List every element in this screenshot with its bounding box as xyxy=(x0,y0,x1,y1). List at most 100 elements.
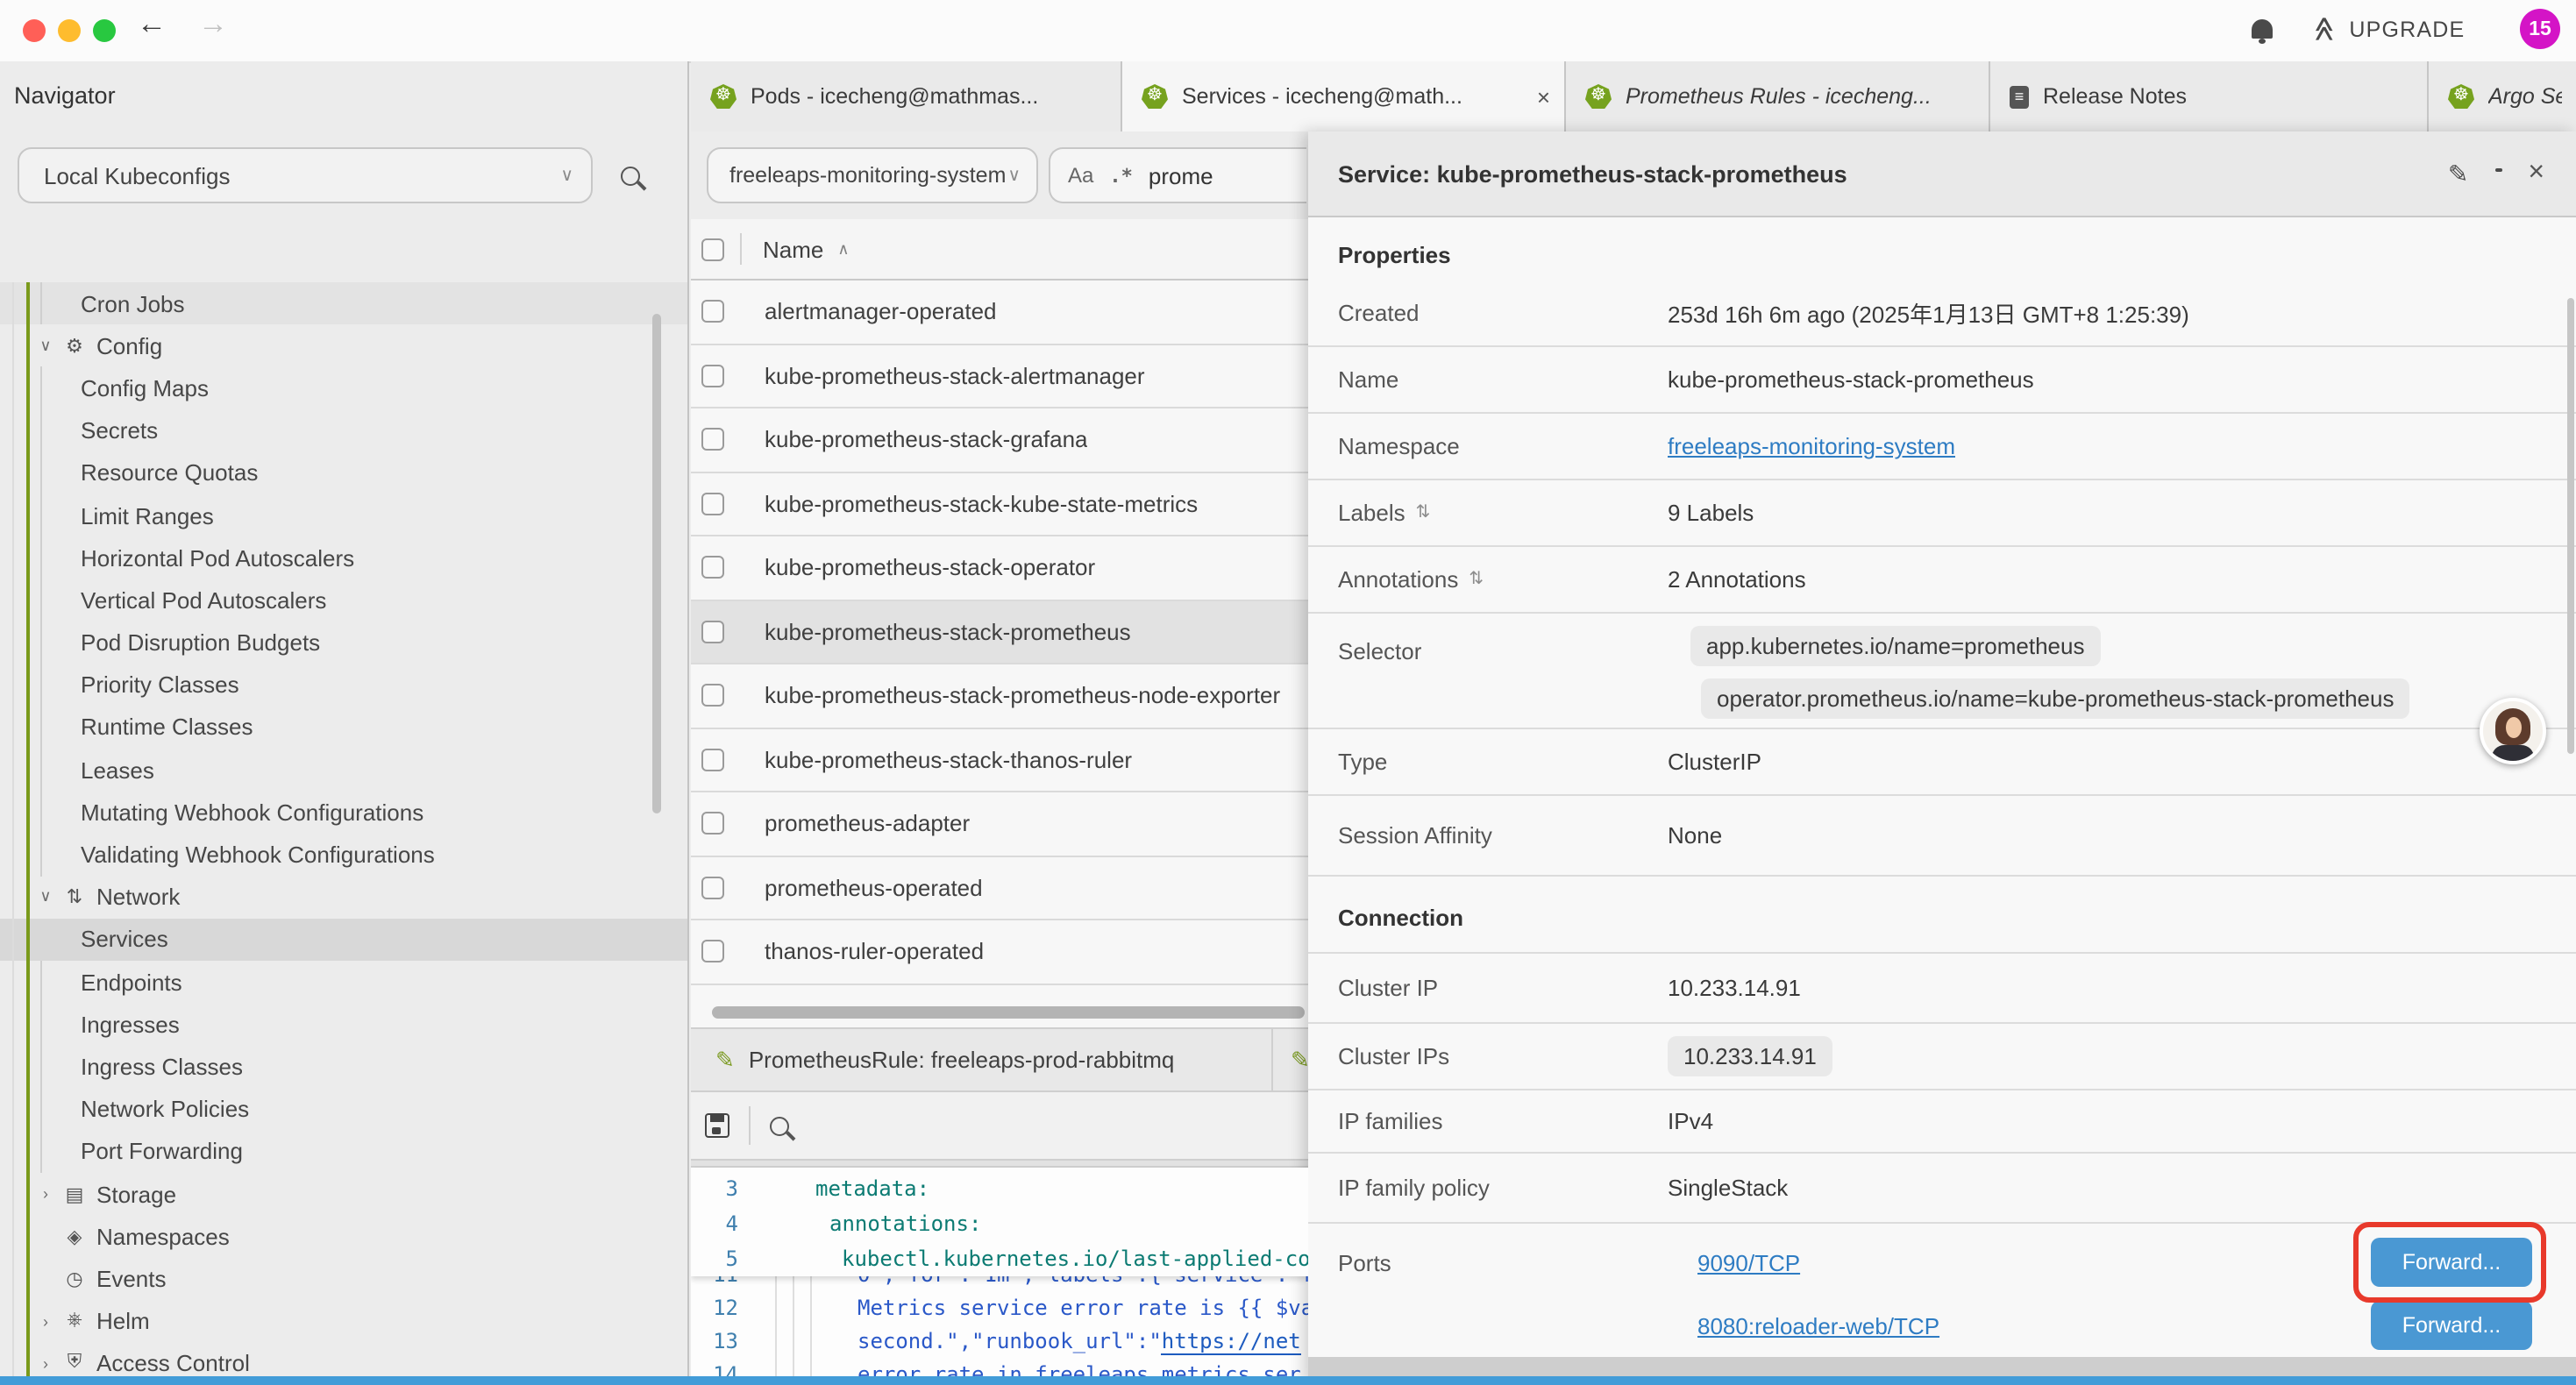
table-row[interactable]: thanos-ruler-operated xyxy=(691,920,1308,984)
sidebar-item[interactable]: Mutating Webhook Configurations xyxy=(0,792,687,834)
table-row[interactable]: kube-prometheus-stack-prometheus-node-ex… xyxy=(691,664,1308,728)
table-row[interactable]: kube-prometheus-stack-thanos-ruler xyxy=(691,728,1308,792)
sidebar-item-label: Storage xyxy=(96,1181,176,1207)
close-window-button[interactable] xyxy=(23,19,46,42)
tree-chevron-icon[interactable]: › xyxy=(35,1312,56,1330)
tab[interactable]: ≡ Release Notes xyxy=(1990,61,2429,131)
row-checkbox[interactable] xyxy=(701,813,724,835)
edit-icon[interactable]: ✎ xyxy=(2448,159,2468,188)
tree-chevron-icon[interactable]: › xyxy=(35,1355,56,1373)
sidebar-item[interactable]: Vertical Pod Autoscalers xyxy=(0,579,687,621)
sidebar-item[interactable]: Cron Jobs xyxy=(0,282,687,324)
filter-input[interactable]: Aa .* prome xyxy=(1049,147,1306,203)
table-row[interactable]: alertmanager-operated xyxy=(691,281,1308,344)
tree-chevron-icon[interactable] xyxy=(35,1227,56,1245)
table-row[interactable]: prometheus-adapter xyxy=(691,792,1308,856)
row-checkbox[interactable] xyxy=(701,877,724,899)
table-row[interactable]: kube-prometheus-stack-operator xyxy=(691,536,1308,600)
row-checkbox[interactable] xyxy=(701,685,724,707)
sidebar-item[interactable]: Endpoints xyxy=(0,961,687,1003)
tree-chevron-icon[interactable]: ∨ xyxy=(35,887,56,906)
row-checkbox[interactable] xyxy=(701,429,724,451)
selector-chip: operator.prometheus.io/name=kube-prometh… xyxy=(1701,678,2410,719)
runbook-url-link[interactable]: https://net xyxy=(1162,1329,1301,1355)
editor-search-icon[interactable] xyxy=(770,1116,789,1135)
namespace-link[interactable]: freeleaps-monitoring-system xyxy=(1668,433,1955,459)
sidebar-item[interactable]: ∨ ⇅ Network xyxy=(0,876,687,918)
editor-tab[interactable]: ✎ PrometheusRule: freeleaps-prod-rabbitm… xyxy=(691,1029,1273,1090)
sidebar-item[interactable]: Resource Quotas xyxy=(0,452,687,494)
horizontal-scrollbar[interactable] xyxy=(712,1006,1305,1019)
notification-count-badge[interactable]: 15 xyxy=(2520,9,2560,49)
sidebar-item[interactable]: Port Forwarding xyxy=(0,1131,687,1173)
labels-value[interactable]: 9 Labels xyxy=(1668,500,1754,526)
sidebar-item[interactable]: Priority Classes xyxy=(0,664,687,706)
select-all-checkbox[interactable] xyxy=(701,238,724,260)
table-row[interactable]: kube-prometheus-stack-prometheus xyxy=(691,600,1308,664)
table-row[interactable]: kube-prometheus-stack-alertmanager xyxy=(691,344,1308,408)
port-link[interactable]: 9090/TCP xyxy=(1697,1250,1800,1276)
tab[interactable]: ☸ Services - icecheng@math... × xyxy=(1122,61,1566,131)
tab[interactable]: ☸ Argo Se xyxy=(2429,61,2576,131)
annotations-value[interactable]: 2 Annotations xyxy=(1668,566,1806,593)
sidebar-item[interactable]: Validating Webhook Configurations xyxy=(0,834,687,876)
search-icon[interactable] xyxy=(621,166,640,185)
sidebar-item[interactable]: Leases xyxy=(0,749,687,791)
sort-ascending-icon[interactable]: ∧ xyxy=(837,239,849,259)
row-checkbox[interactable] xyxy=(701,749,724,771)
sidebar-item[interactable]: Ingress Classes xyxy=(0,1046,687,1088)
minimize-window-button[interactable] xyxy=(58,19,81,42)
table-row[interactable]: kube-prometheus-stack-kube-state-metrics xyxy=(691,472,1308,536)
regex-toggle[interactable]: .* xyxy=(1109,164,1133,187)
expand-collapse-icon[interactable]: ⇅ xyxy=(1416,503,1431,522)
tab[interactable]: ☸ Prometheus Rules - icecheng... xyxy=(1566,61,1990,131)
kubeconfig-selector[interactable]: Local Kubeconfigs ∨ xyxy=(18,147,593,203)
drawer-scrollbar[interactable] xyxy=(2567,298,2574,754)
tree-chevron-icon[interactable]: ∨ xyxy=(35,337,56,356)
row-checkbox[interactable] xyxy=(701,557,724,579)
forward-port-button[interactable]: Forward... xyxy=(2371,1301,2532,1350)
name-value: kube-prometheus-stack-prometheus xyxy=(1668,366,2034,393)
sidebar-item[interactable]: Pod Disruption Budgets xyxy=(0,621,687,664)
sidebar-item[interactable]: Network Policies xyxy=(0,1088,687,1130)
expand-collapse-icon[interactable]: ⇅ xyxy=(1469,570,1484,589)
sidebar-item[interactable]: Config Maps xyxy=(0,367,687,409)
row-checkbox[interactable] xyxy=(701,941,724,963)
sidebar-item[interactable]: › ▤ Storage xyxy=(0,1173,687,1215)
row-checkbox[interactable] xyxy=(701,301,724,323)
sidebar-item[interactable]: Limit Ranges xyxy=(0,494,687,536)
table-row[interactable]: kube-prometheus-stack-grafana xyxy=(691,408,1308,472)
sidebar-item[interactable]: Runtime Classes xyxy=(0,707,687,749)
match-case-toggle[interactable]: Aa xyxy=(1068,163,1093,188)
user-avatar[interactable] xyxy=(2480,698,2546,764)
sidebar-item[interactable]: Secrets xyxy=(0,409,687,451)
back-arrow-icon[interactable]: ← xyxy=(137,7,167,42)
close-icon[interactable]: × xyxy=(2528,158,2544,189)
save-icon[interactable] xyxy=(705,1113,729,1138)
name-column-header[interactable]: Name xyxy=(763,236,823,262)
yaml-editor[interactable]: 3 metadata: 4 annotations: 5 kubectl.kub… xyxy=(691,1168,1308,1385)
row-checkbox[interactable] xyxy=(701,365,724,387)
row-checkbox[interactable] xyxy=(701,493,724,515)
table-row[interactable]: prometheus-operated xyxy=(691,856,1308,920)
sidebar-item[interactable]: › ⎈ Helm xyxy=(0,1300,687,1342)
port-link[interactable]: 8080:reloader-web/TCP xyxy=(1697,1313,1939,1339)
tree-chevron-icon[interactable] xyxy=(35,1270,56,1288)
maximize-window-button[interactable] xyxy=(93,19,116,42)
tab[interactable]: ☸ Pods - icecheng@mathmas... xyxy=(691,61,1122,131)
sidebar-item[interactable]: Ingresses xyxy=(0,1003,687,1045)
upgrade-button[interactable]: ≫ UPGRADE xyxy=(2311,14,2465,44)
sidebar-item[interactable]: Horizontal Pod Autoscalers xyxy=(0,536,687,579)
sidebar-item[interactable]: ∨ ⚙ Config xyxy=(0,324,687,366)
sidebar-scrollbar[interactable] xyxy=(652,314,661,813)
sidebar-item[interactable]: ◷ Events xyxy=(0,1258,687,1300)
sidebar-item[interactable]: ◈ Namespaces xyxy=(0,1215,687,1257)
notifications-bell-icon[interactable] xyxy=(2252,19,2273,39)
tree-chevron-icon[interactable]: › xyxy=(35,1185,56,1203)
editor-tab[interactable]: ✎ xyxy=(1273,1029,1308,1090)
sidebar-item[interactable]: Services xyxy=(0,919,687,961)
name-row: Name kube-prometheus-stack-prometheus xyxy=(1308,347,2576,414)
close-tab-icon[interactable]: × xyxy=(1537,83,1550,110)
row-checkbox[interactable] xyxy=(701,621,724,643)
namespace-selector[interactable]: freeleaps-monitoring-system ∨ xyxy=(707,147,1038,203)
